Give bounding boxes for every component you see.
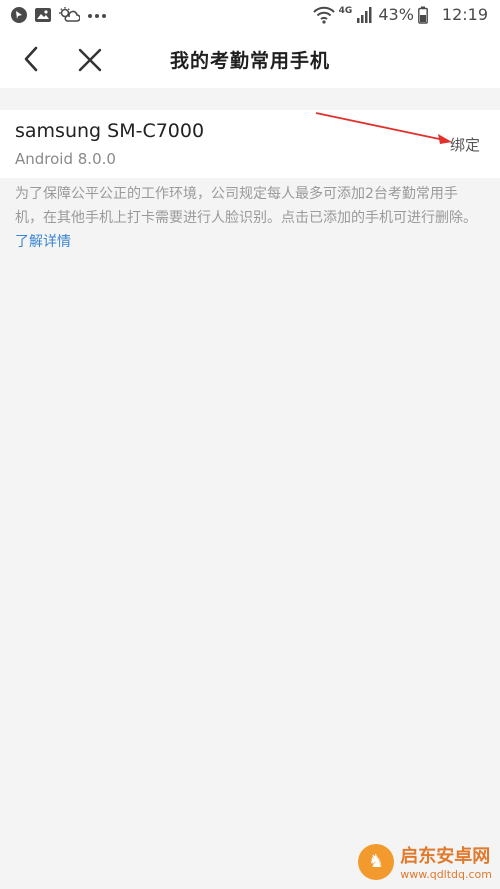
wifi-icon [312, 6, 335, 24]
system-status: 4G 43% 12:19 [312, 5, 488, 24]
status-bar: 4G 43% 12:19 [0, 0, 500, 32]
notice-body: 为了保障公平公正的工作环境，公司规定每人最多可添加2台考勤常用手机，在其他手机上… [15, 186, 477, 226]
nav-bar: 我的考勤常用手机 [0, 32, 500, 88]
clock: 12:19 [441, 5, 488, 24]
image-icon [35, 8, 51, 22]
signal-icon [357, 6, 372, 23]
battery-percent: 43% [378, 5, 414, 24]
more-icon [88, 14, 106, 18]
watermark-text: 启东安卓网 www.qdltdq.com [400, 842, 492, 881]
weather-icon [59, 7, 80, 22]
watermark: ♞ 启东安卓网 www.qdltdq.com [358, 842, 492, 881]
notice-text: 为了保障公平公正的工作环境，公司规定每人最多可添加2台考勤常用手机，在其他手机上… [15, 182, 485, 254]
device-name: samsung SM-C7000 [15, 120, 205, 142]
network-type-label: 4G [338, 5, 353, 16]
watermark-name: 启东安卓网 [400, 846, 491, 867]
watermark-logo-icon: ♞ [358, 843, 395, 880]
notification-icons [10, 6, 108, 24]
learn-more-link[interactable]: 了解详情 [15, 234, 71, 250]
annotation-arrow [315, 112, 452, 144]
battery-icon [417, 6, 428, 24]
app-notification-icon [11, 7, 27, 23]
page-title: 我的考勤常用手机 [169, 50, 330, 72]
device-os-version: Android 8.0.0 [15, 150, 116, 168]
watermark-url: www.qdltdq.com [400, 868, 492, 881]
